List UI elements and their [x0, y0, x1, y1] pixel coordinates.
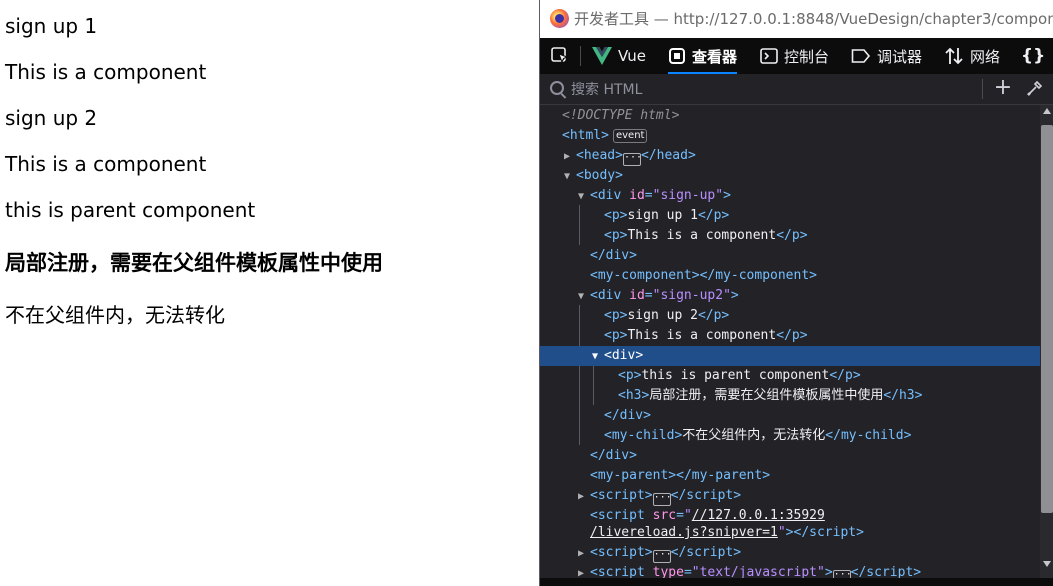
debugger-icon	[851, 48, 871, 64]
collapse-triangle-icon[interactable]: ▼	[592, 347, 604, 367]
tab-network-label: 网络	[970, 47, 1001, 66]
ellipsis-icon[interactable]: ···	[652, 493, 672, 506]
window-titlebar[interactable]: 开发者工具 — http://127.0.0.1:8848/VueDesign/…	[540, 0, 1053, 39]
element-picker-button[interactable]	[550, 38, 576, 74]
eyedropper-button[interactable]	[1026, 79, 1044, 97]
tree-node-html[interactable]: <html> event	[540, 126, 1040, 146]
search-html-input[interactable]	[569, 78, 983, 102]
markup-tree[interactable]: <!DOCTYPE html> <html> event ▶ <head>···</…	[540, 105, 1040, 586]
tab-debugger-label: 调试器	[877, 47, 923, 66]
tree-node-div-close[interactable]: </div>	[540, 246, 1040, 266]
tab-console-label: 控制台	[784, 47, 830, 66]
inspector-icon	[668, 47, 686, 65]
collapse-triangle-icon[interactable]: ▼	[578, 287, 590, 307]
style-editor-icon: {}	[1021, 46, 1046, 66]
tree-node-div-close[interactable]: </div>	[540, 406, 1040, 426]
collapse-triangle-icon[interactable]: ▼	[578, 187, 590, 207]
tab-inspector[interactable]: 查看器	[668, 38, 738, 74]
vue-logo-icon	[592, 47, 612, 65]
tab-network[interactable]: 网络	[944, 38, 1000, 74]
scroll-down-arrow-icon[interactable]	[1043, 561, 1051, 567]
script-src-link[interactable]: /livereload.js?snipver=1	[590, 525, 778, 540]
tree-node-p-sign-up-2[interactable]: <p>sign up 2</p>	[540, 306, 1040, 326]
ellipsis-icon[interactable]: ···	[652, 550, 672, 563]
add-node-button[interactable]: +	[992, 77, 1014, 99]
markup-scrollbar[interactable]	[1040, 105, 1053, 586]
sign-up-1-text: sign up 1	[5, 14, 98, 38]
firefox-logo-icon	[550, 9, 569, 28]
tree-node-h3[interactable]: <h3>局部注册，需要在父组件模板属性中使用</h3>	[540, 386, 1040, 406]
search-icon	[550, 81, 564, 95]
tree-node-div-close[interactable]: </div>	[540, 446, 1040, 466]
tab-style-editor[interactable]: {}	[1021, 38, 1051, 74]
tree-node-head[interactable]: ▶ <head>···</head>	[540, 146, 1040, 166]
devtools-toolbar: Vue 查看器 控制台 调试器 网络 {}	[540, 38, 1053, 74]
tree-node-script-livereload-cont[interactable]: /livereload.js?snipver=1"></script>	[540, 523, 1040, 543]
sign-up-2-text: sign up 2	[5, 106, 98, 130]
component-text-2: This is a component	[5, 152, 207, 176]
tab-inspector-label: 查看器	[692, 47, 738, 66]
expand-triangle-icon[interactable]: ▶	[578, 544, 590, 564]
tree-node-my-parent[interactable]: <my-parent></my-parent>	[540, 466, 1040, 486]
rendered-page: sign up 1 This is a component sign up 2 …	[0, 0, 539, 586]
toolbar-separator	[580, 46, 581, 66]
expand-triangle-icon[interactable]: ▶	[578, 487, 590, 507]
tree-node-p-parent[interactable]: <p>this is parent component</p>	[540, 366, 1040, 386]
tree-node-body[interactable]: ▼ <body>	[540, 166, 1040, 186]
child-component-text: 不在父组件内，无法转化	[5, 303, 225, 327]
tree-node-script[interactable]: ▶ <script>···</script>	[540, 543, 1040, 563]
element-picker-icon	[550, 46, 570, 66]
tree-node-doctype[interactable]: <!DOCTYPE html>	[540, 106, 1040, 126]
console-icon	[760, 48, 778, 64]
tab-vue[interactable]: Vue	[592, 38, 646, 74]
devtools-window: 开发者工具 — http://127.0.0.1:8848/VueDesign/…	[539, 0, 1053, 586]
tree-node-div-sign-up[interactable]: ▼ <div id="sign-up">	[540, 186, 1040, 206]
tree-node-my-child[interactable]: <my-child>不在父组件内，无法转化</my-child>	[540, 426, 1040, 446]
search-separator	[982, 79, 983, 99]
tab-console[interactable]: 控制台	[760, 38, 829, 74]
tree-node-p-component-2[interactable]: <p>This is a component</p>	[540, 326, 1040, 346]
tree-node-p-component-1[interactable]: <p>This is a component</p>	[540, 226, 1040, 246]
component-text-1: This is a component	[5, 60, 207, 84]
expand-triangle-icon[interactable]: ▶	[564, 147, 576, 167]
plus-icon: +	[993, 75, 1013, 100]
breadcrumb-bar	[540, 578, 1053, 586]
collapse-triangle-icon[interactable]: ▼	[564, 167, 576, 187]
tree-node-my-component[interactable]: <my-component></my-component>	[540, 266, 1040, 286]
local-registration-heading: 局部注册，需要在父组件模板属性中使用	[5, 251, 383, 275]
ellipsis-icon[interactable]: ···	[622, 153, 642, 166]
tab-vue-label: Vue	[618, 47, 646, 65]
tab-debugger[interactable]: 调试器	[851, 38, 922, 74]
event-badge[interactable]: event	[612, 129, 648, 143]
scroll-up-arrow-icon[interactable]	[1043, 108, 1051, 114]
tree-node-p-sign-up-1[interactable]: <p>sign up 1</p>	[540, 206, 1040, 226]
window-title: 开发者工具 — http://127.0.0.1:8848/VueDesign/…	[574, 10, 1053, 28]
tree-node-script[interactable]: ▶ <script>···</script>	[540, 486, 1040, 506]
network-icon	[944, 47, 964, 65]
tree-node-div-sign-up2[interactable]: ▼ <div id="sign-up2">	[540, 286, 1040, 306]
html-search-bar: +	[540, 74, 1053, 105]
eyedropper-icon	[1027, 80, 1043, 96]
parent-component-text: this is parent component	[5, 198, 256, 222]
scroll-thumb[interactable]	[1041, 125, 1053, 513]
script-src-link[interactable]: //127.0.0.1:35929	[692, 508, 825, 523]
tree-node-div-selected[interactable]: ▼ <div>	[540, 346, 1040, 366]
